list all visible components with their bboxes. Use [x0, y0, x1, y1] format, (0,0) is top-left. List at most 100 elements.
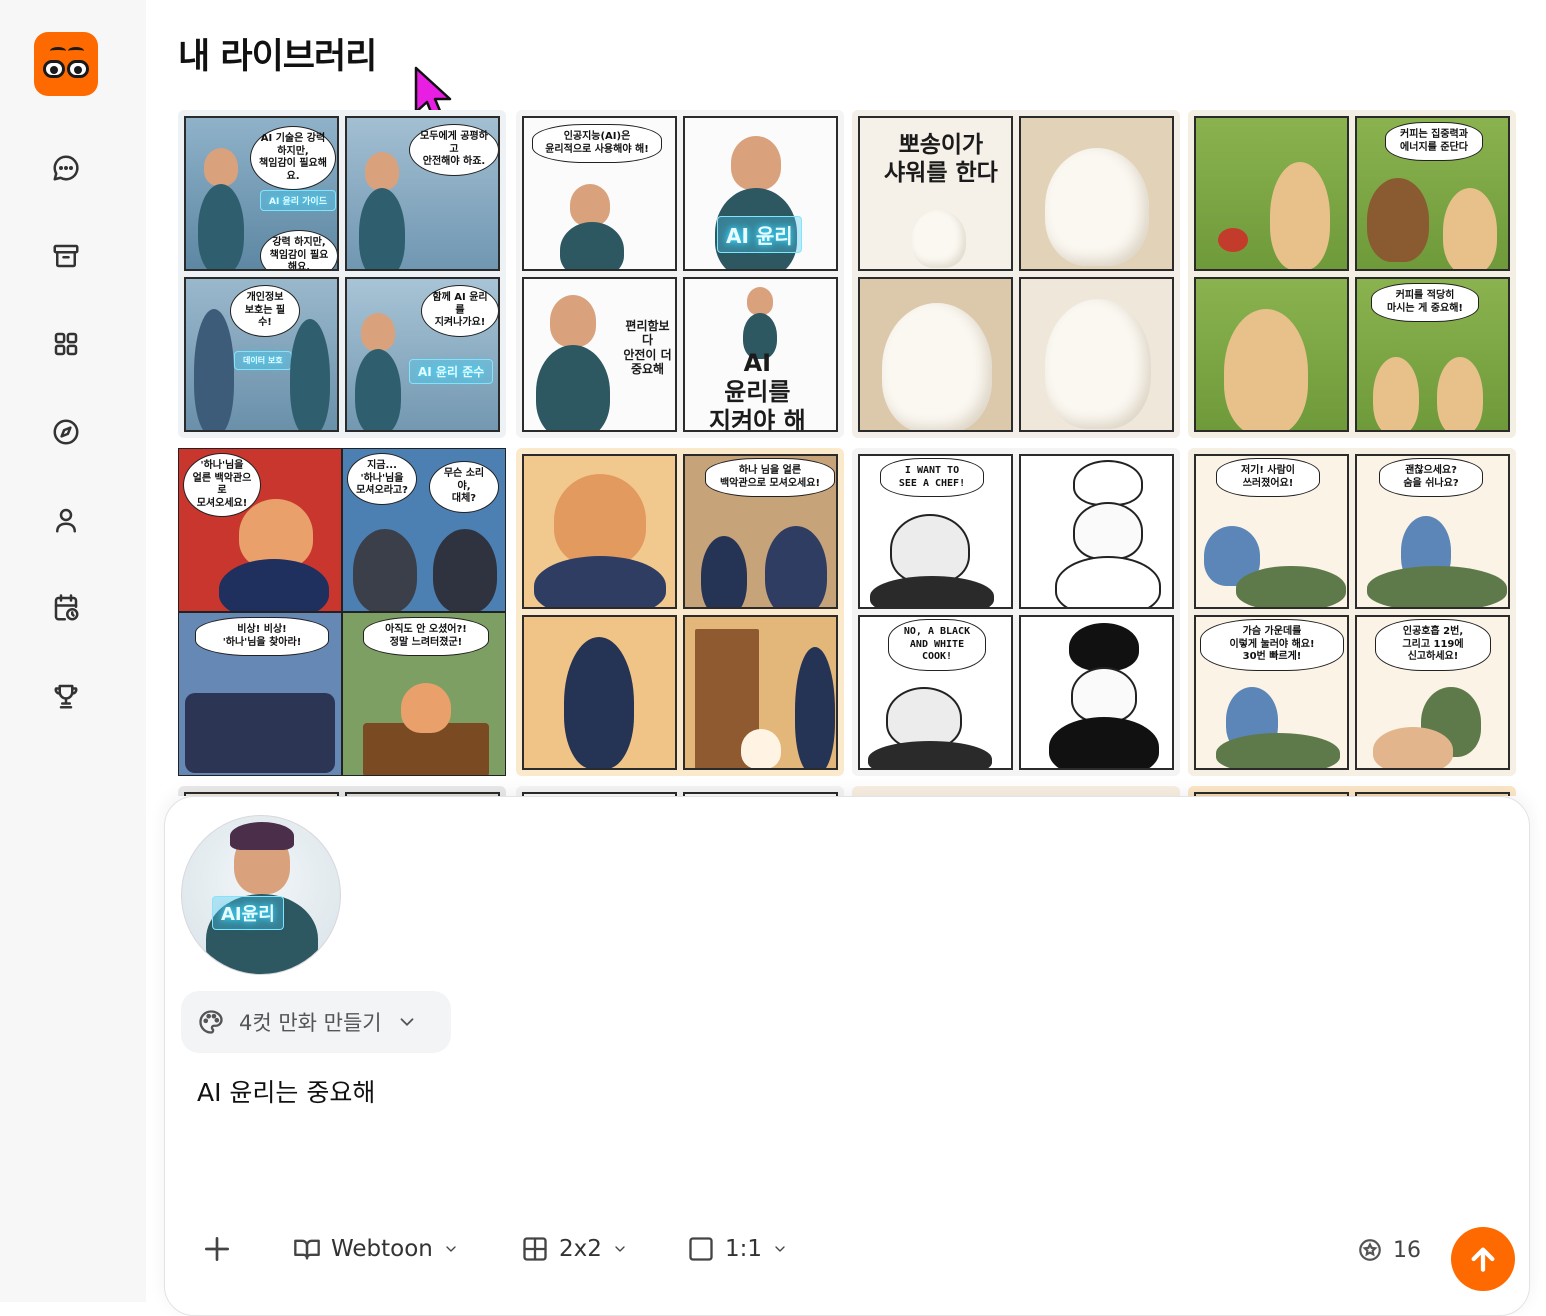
reference-image[interactable]: AI윤리	[181, 815, 341, 975]
comic-panel: 저기! 사람이 쓰러졌어요!	[1194, 454, 1349, 609]
comic-panel	[522, 454, 677, 609]
add-button[interactable]	[201, 1225, 233, 1273]
prompt-input[interactable]: AI 윤리는 중요해	[197, 1073, 1487, 1213]
speech-bubble: 커피를 적당히 마시는 게 중요해!	[1371, 283, 1479, 322]
speech-bubble: 커피는 집중력과 에너지를 준단다	[1385, 122, 1483, 161]
hologram-text: AI 윤리 준수	[409, 359, 494, 384]
comic-panel	[683, 615, 838, 770]
comic-card-ai-ethics-2[interactable]: 인공지능(AI)은 윤리적으로 사용해야 해! AI 윤리 편리함보다 안전이 …	[516, 110, 844, 438]
comic-card-partial[interactable]	[178, 786, 506, 796]
style-label: Webtoon	[331, 1236, 433, 1262]
book-open-icon	[294, 1239, 320, 1260]
page-title: 내 라이브러리	[178, 37, 377, 77]
character-figure	[1071, 667, 1137, 723]
comic-card-emergency-1[interactable]: '하나'님을 얼른 백악관으로 모셔오세요! 지금... '하나'님을 모셔오라…	[178, 448, 506, 776]
chat-icon[interactable]	[50, 152, 82, 184]
comic-panel: 커피는 집중력과 에너지를 준단다	[1355, 116, 1510, 271]
comic-panel: AI 윤리	[683, 116, 838, 271]
character-body	[1049, 717, 1159, 768]
character-figure	[912, 210, 966, 268]
chevron-down-icon	[615, 1246, 625, 1252]
palette-icon	[199, 1010, 223, 1034]
character-figure	[1045, 299, 1151, 429]
mode-label: 4컷 만화 만들기	[239, 1011, 382, 1035]
comic-panel	[1194, 116, 1349, 271]
character-figure	[550, 295, 596, 347]
character-figure	[290, 319, 330, 430]
ratio-select[interactable]: 1:1	[687, 1225, 788, 1273]
style-select[interactable]: Webtoon	[293, 1225, 459, 1273]
character-figure	[1270, 162, 1330, 269]
comic-card-partial[interactable]	[1188, 786, 1516, 796]
comic-card-coffee[interactable]: 커피는 집중력과 에너지를 준단다 커피를 적당히 마시는 게 중요해!	[1188, 110, 1516, 438]
character-body	[1055, 556, 1161, 607]
comic-card-cpr[interactable]: 저기! 사람이 쓰러졌어요! 괜찮으세요? 숨을 쉬나요? 가슴 가운데를 이렇…	[1188, 448, 1516, 776]
character-figure	[795, 647, 835, 768]
hologram-text: AI윤리	[212, 896, 284, 930]
character-figure	[765, 526, 827, 607]
calendar-clock-icon[interactable]	[50, 592, 82, 624]
mode-select-button[interactable]: 4컷 만화 만들기	[181, 991, 451, 1053]
comic-panel: 비상! 비상! '하나'님을 찾아라!	[178, 612, 342, 776]
layout-select[interactable]: 2x2	[521, 1225, 628, 1273]
send-button[interactable]	[1451, 1227, 1515, 1291]
logo-eye-right	[67, 60, 89, 78]
comic-card-emergency-2[interactable]: 하나 님을 얼른 백악관으로 모셔오세요!	[516, 448, 844, 776]
character-body	[868, 741, 992, 768]
square-icon	[689, 1237, 713, 1261]
character-body	[560, 222, 624, 269]
speech-bubble: 아직도 안 오셨어?! 정말 느려터졌군!	[363, 617, 489, 656]
grid-icon[interactable]	[50, 328, 82, 360]
character-figure	[701, 536, 747, 607]
character-hair	[230, 822, 294, 850]
character-figure	[361, 313, 395, 351]
comic-caption: 뽀송이가 샤워를 한다	[884, 132, 998, 186]
comic-panel: 함께 AI 윤리를 지켜나가요! AI 윤리 준수	[345, 277, 500, 432]
character-body	[198, 184, 244, 269]
arrow-up-icon	[1471, 1247, 1495, 1272]
compass-icon[interactable]	[50, 416, 82, 448]
character-figure	[1373, 727, 1453, 768]
comic-card-ai-ethics-1[interactable]: AI 기술은 강력하지만, 책임감이 필요해요. AI 윤리 가이드 강력 하지…	[178, 110, 506, 438]
user-icon[interactable]	[50, 504, 82, 536]
comic-card-shower[interactable]: 뽀송이가 샤워를 한다	[852, 110, 1180, 438]
speech-bubble: 저기! 사람이 쓰러졌어요!	[1216, 458, 1320, 497]
character-body	[359, 188, 405, 269]
trophy-icon[interactable]	[50, 680, 82, 712]
comic-panel	[1019, 277, 1174, 432]
comic-card-partial[interactable]	[852, 786, 1180, 796]
puppy-figure	[741, 729, 781, 768]
comic-panel: 개인정보 보호는 필수! 데이터 보호	[184, 277, 339, 432]
speech-bubble: 모두에게 공평하고 안전해야 하죠.	[409, 124, 498, 176]
comic-panel: 인공지능(AI)은 윤리적으로 사용해야 해!	[522, 116, 677, 271]
comic-panel	[858, 277, 1013, 432]
comic-panel: '하나'님을 얼른 백악관으로 모셔오세요!	[178, 448, 342, 612]
archive-icon[interactable]	[50, 240, 82, 272]
speech-bubble: 무슨 소리야, 대체?	[429, 461, 499, 513]
speech-bubble: 인공지능(AI)은 윤리적으로 사용해야 해!	[532, 124, 662, 163]
character-figure	[353, 529, 417, 611]
logo-brow-left	[50, 47, 66, 55]
speech-bubble: 지금... '하나'님을 모셔오라고?	[347, 453, 417, 505]
plus-icon	[205, 1237, 229, 1261]
chevron-down-icon	[775, 1246, 785, 1252]
comic-panel: AI 윤리를 지켜야 해	[683, 277, 838, 432]
hologram-text: AI 윤리	[717, 216, 802, 253]
character-body	[355, 349, 401, 430]
character-figure	[433, 529, 497, 611]
comic-card-partial[interactable]	[516, 786, 844, 796]
character-body	[536, 345, 610, 430]
character-figure	[1045, 148, 1149, 266]
comic-panel	[1019, 615, 1174, 770]
comic-panel	[1019, 454, 1174, 609]
comic-panel: 지금... '하나'님을 모셔오라고? 무슨 소리야, 대체?	[342, 448, 506, 612]
speech-bubble: 가슴 가운데를 이렇게 눌러야 해요! 30번 빠르게!	[1200, 619, 1344, 671]
comic-card-chef[interactable]: I WANT TO SEE A CHEF! NO, A BLACK AND WH…	[852, 448, 1180, 776]
character-figure	[1224, 309, 1308, 430]
character-figure	[886, 687, 962, 749]
speech-bubble: AI 기술은 강력하지만, 책임감이 필요해요.	[250, 126, 336, 190]
speech-bubble: 괜찮으세요? 숨을 쉬나요?	[1379, 458, 1483, 497]
app-logo[interactable]	[34, 32, 98, 96]
speech-bubble: 강력 하지만, 책임감이 필요해요.	[260, 230, 337, 269]
comic-panel: 하나 님을 얼른 백악관으로 모셔오세요!	[683, 454, 838, 609]
